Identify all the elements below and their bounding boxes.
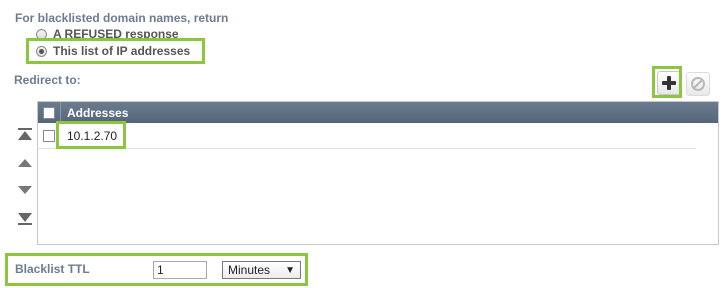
table-row[interactable]: 10.1.2.70: [38, 124, 696, 149]
move-to-bottom-icon: [18, 213, 32, 225]
add-button-highlight: [652, 66, 682, 98]
ip-list-highlight: [26, 38, 205, 64]
addresses-grid: Addresses 10.1.2.70: [37, 101, 719, 245]
grid-scrollbar-area: [696, 123, 718, 244]
move-up-button[interactable]: [14, 154, 36, 172]
addresses-column-header[interactable]: Addresses: [61, 106, 128, 120]
ttl-highlight: [5, 253, 308, 286]
address-highlight: [56, 121, 126, 149]
move-down-icon: [18, 186, 32, 194]
move-down-button[interactable]: [14, 181, 36, 199]
move-to-top-icon: [18, 128, 32, 140]
section-title: For blacklisted domain names, return: [15, 11, 229, 25]
disabled-icon: [691, 77, 705, 91]
grid-header: Addresses: [38, 102, 718, 123]
row-checkbox[interactable]: [43, 130, 55, 142]
move-to-bottom-button[interactable]: [14, 210, 36, 228]
remove-address-button: [686, 72, 710, 96]
redirect-label: Redirect to:: [14, 73, 81, 87]
move-to-top-button[interactable]: [14, 126, 36, 144]
select-all-checkbox[interactable]: [43, 106, 55, 119]
move-up-icon: [18, 159, 32, 167]
